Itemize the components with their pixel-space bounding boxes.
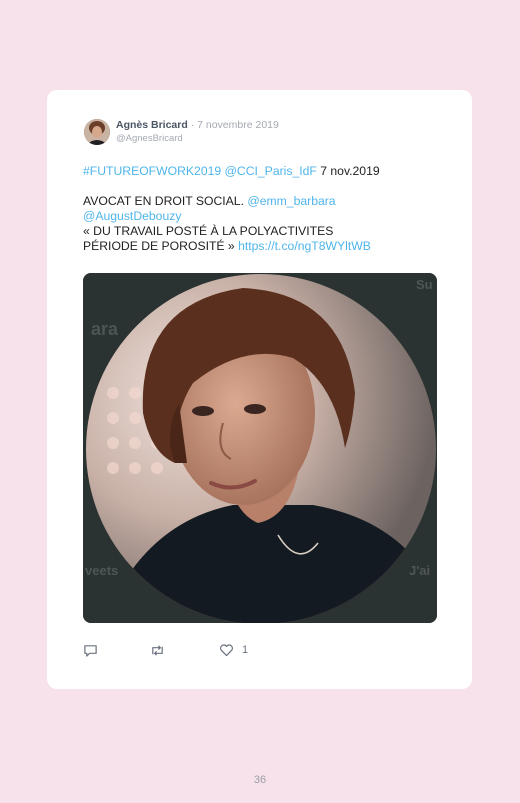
reply-button[interactable] — [83, 643, 98, 658]
tweet-text: #FUTUREOFWORK2019 @CCI_Paris_IdF 7 nov.2… — [83, 164, 443, 254]
bg-text: J'ai — [409, 563, 430, 578]
page-number: 36 — [253, 774, 267, 786]
tweet-line-5-text: PÉRIODE DE POROSITÉ » — [83, 239, 239, 253]
tweet-media[interactable]: ara veets J'ai Su — [83, 273, 437, 623]
reply-icon — [84, 645, 97, 657]
author-avatar[interactable] — [84, 119, 110, 145]
url-link[interactable]: https://t.co/ngT8WYltWB — [238, 239, 371, 253]
bg-text: Su — [416, 277, 433, 292]
tweet-line-4: « DU TRAVAIL POSTÉ À LA POLYACTIVITES — [83, 224, 334, 238]
tweet-line-2-text: AVOCAT EN DROIT SOCIAL. — [83, 194, 248, 208]
heart-icon — [220, 644, 233, 657]
tweet-line-5: PÉRIODE DE POROSITÉ » https://t.co/ngT8W… — [83, 239, 443, 254]
mention-link[interactable]: @emm_barbara — [247, 194, 335, 208]
like-count: 1 — [242, 644, 249, 656]
retweet-icon — [152, 645, 163, 656]
bg-text: veets — [85, 563, 118, 578]
author-name[interactable]: Agnès Bricard — [116, 119, 188, 131]
tweet-actions: 1 — [83, 643, 443, 663]
tweet-line-1: #FUTUREOFWORK2019 @CCI_Paris_IdF 7 nov.2… — [83, 164, 443, 179]
author-line: Agnès Bricard · 7 novembre 2019 — [116, 119, 279, 131]
media-photo: ara veets J'ai Su — [83, 273, 437, 623]
author-handle[interactable]: @AgnesBricard — [116, 133, 183, 144]
mention-link[interactable]: @AugustDebouzy — [83, 209, 181, 223]
avatar-photo — [84, 119, 110, 145]
tweet-card: Agnès Bricard · 7 novembre 2019 @AgnesBr… — [47, 90, 472, 689]
like-button[interactable]: 1 — [219, 643, 248, 657]
tweet-date[interactable]: · 7 novembre 2019 — [188, 119, 279, 131]
tweet-line-2: AVOCAT EN DROIT SOCIAL. @emm_barbara — [83, 194, 443, 209]
tweet-line-date: 7 nov.2019 — [316, 164, 380, 178]
bg-text: ara — [91, 319, 119, 339]
mention-link[interactable]: @CCI_Paris_IdF — [225, 164, 317, 178]
hashtag-link[interactable]: #FUTUREOFWORK2019 — [83, 164, 221, 178]
retweet-button[interactable] — [149, 643, 166, 658]
tweet-line-3: @AugustDebouzy — [83, 209, 443, 224]
